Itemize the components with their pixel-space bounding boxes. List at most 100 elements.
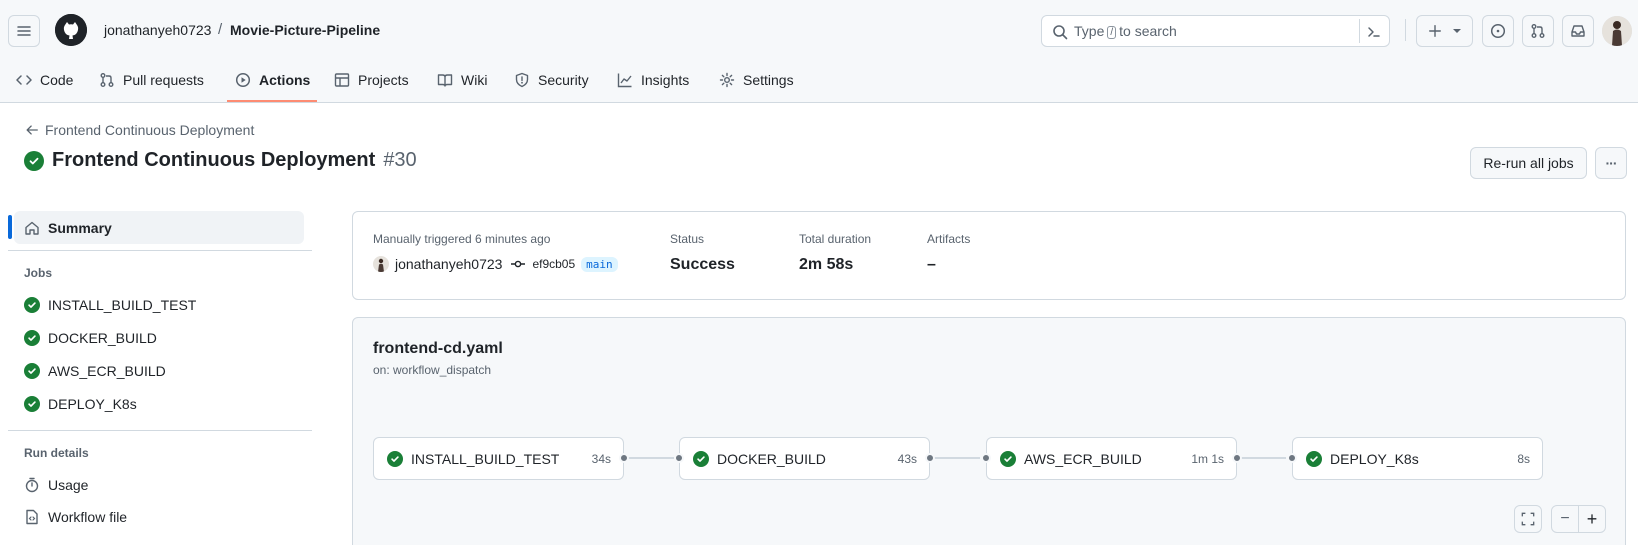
job-connector-dot [981,453,991,463]
table-icon [334,73,350,87]
workflow-trigger: on: workflow_dispatch [373,363,492,377]
hamburger-icon [17,26,31,36]
check-circle-icon [24,330,40,346]
check-circle-icon [24,150,44,171]
sidebar-workflow-file-label: Workflow file [48,509,128,525]
inbox-icon [1571,25,1585,37]
check-circle-icon [387,450,403,467]
tab-pull-requests[interactable]: Pull requests [99,70,204,90]
job-node-name: AWS_ECR_BUILD [1024,450,1142,467]
search-key-hint: / [1107,26,1117,39]
github-logo-icon[interactable] [55,14,87,46]
actor-row: jonathanyeh0723 ef9cb05 main [373,256,618,272]
sidebar-item-job[interactable]: DOCKER_BUILD [24,330,157,346]
job-node-name: DOCKER_BUILD [717,450,826,467]
check-circle-icon [1306,450,1322,467]
check-circle-icon [1000,450,1016,467]
tab-wiki[interactable]: Wiki [437,70,487,90]
job-node[interactable]: AWS_ECR_BUILD 1m 1s [986,437,1237,480]
job-connector-dot [1232,453,1242,463]
job-connector-dot [925,453,935,463]
job-connector-dot [619,453,629,463]
inbox-button[interactable] [1562,15,1594,47]
check-circle-icon [24,363,40,379]
job-node[interactable]: DOCKER_BUILD 43s [679,437,930,480]
create-new-button[interactable] [1416,15,1473,47]
tab-wiki-label: Wiki [461,72,488,88]
home-icon [25,221,39,235]
job-node-duration: 1m 1s [1191,451,1224,466]
commit-sha-link[interactable]: ef9cb05 [532,257,575,271]
sidebar-item-job[interactable]: AWS_ECR_BUILD [24,363,166,379]
artifacts-label: Artifacts [927,232,971,246]
tab-insights[interactable]: Insights [617,70,689,90]
page-title: Frontend Continuous Deployment #30 [24,149,417,172]
command-palette-icon[interactable] [1366,24,1382,40]
sidebar-item-summary[interactable]: Summary [14,211,304,244]
duration-value: 2m 58s [799,256,854,273]
sidebar-item-workflow-file[interactable]: Workflow file [24,509,127,525]
artifacts-value: – [927,256,936,273]
actor-link[interactable]: jonathanyeh0723 [395,256,502,272]
path-separator: / [218,21,223,38]
duration-label: Total duration [799,232,872,246]
triangle-down-icon [1452,29,1461,33]
job-node[interactable]: DEPLOY_K8s 8s [1292,437,1543,480]
book-icon [437,74,453,87]
tab-security[interactable]: Security [514,70,589,90]
job-node-name: DEPLOY_K8s [1330,450,1419,467]
branch-label[interactable]: main [581,256,618,272]
tab-projects-label: Projects [358,72,409,88]
tab-actions[interactable]: Actions [235,70,310,90]
issue-opened-icon [1490,23,1506,39]
tab-projects[interactable]: Projects [334,70,409,90]
sidebar-job-label: AWS_ECR_BUILD [48,363,166,379]
repo-owner-link[interactable]: jonathanyeh0723 [104,22,211,38]
actor-avatar[interactable] [373,256,389,272]
status-value: Success [670,256,735,273]
job-connector-dot [1287,453,1297,463]
check-circle-icon [24,297,40,313]
sidebar-item-usage[interactable]: Usage [24,477,88,493]
zoom-in-button[interactable]: + [1578,505,1606,533]
stopwatch-icon [25,477,39,493]
tab-settings[interactable]: Settings [719,70,794,90]
sidebar-job-label: DOCKER_BUILD [48,330,157,346]
jobs-heading: Jobs [24,266,53,280]
trigger-text: Manually triggered 6 minutes ago [373,232,551,246]
rerun-all-jobs-button[interactable]: Re-run all jobs [1470,147,1587,179]
job-node[interactable]: INSTALL_BUILD_TEST 34s [373,437,624,480]
fullscreen-button[interactable] [1514,505,1542,533]
sidebar-active-indicator [8,215,12,239]
tab-code[interactable]: Code [16,70,73,90]
user-avatar[interactable] [1602,16,1632,46]
run-details-heading: Run details [24,446,89,460]
back-link-label: Frontend Continuous Deployment [45,122,255,138]
tab-actions-label: Actions [259,72,311,88]
screen-full-icon [1521,512,1535,526]
search-input[interactable]: Type / to search [1041,15,1390,47]
workflow-file-name[interactable]: frontend-cd.yaml [373,340,503,358]
tab-pull-requests-label: Pull requests [123,72,204,88]
tab-security-label: Security [538,72,589,88]
zoom-out-button[interactable]: − [1551,505,1579,533]
sidebar-item-job[interactable]: DEPLOY_K8s [24,396,137,412]
menu-button[interactable] [8,15,40,47]
run-title: Frontend Continuous Deployment [52,149,376,171]
plus-icon [1428,25,1441,37]
repo-name-link[interactable]: Movie-Picture-Pipeline [230,22,380,38]
pull-requests-button[interactable] [1522,15,1554,47]
play-icon [235,72,251,88]
workflow-graph-card: frontend-cd.yaml on: workflow_dispatch [352,317,1626,545]
sidebar-item-job[interactable]: INSTALL_BUILD_TEST [24,297,196,313]
sidebar-summary-label: Summary [48,219,112,236]
graph-icon [617,73,632,88]
issues-button[interactable] [1482,15,1514,47]
kebab-horizontal-icon[interactable]: ··· [1595,147,1627,179]
job-node-duration: 43s [897,451,917,466]
sidebar-job-label: INSTALL_BUILD_TEST [48,297,197,313]
file-code-icon [26,509,38,525]
job-node-duration: 8s [1517,451,1530,466]
back-to-workflow-link[interactable]: Frontend Continuous Deployment [25,122,254,138]
check-circle-icon [693,450,709,467]
